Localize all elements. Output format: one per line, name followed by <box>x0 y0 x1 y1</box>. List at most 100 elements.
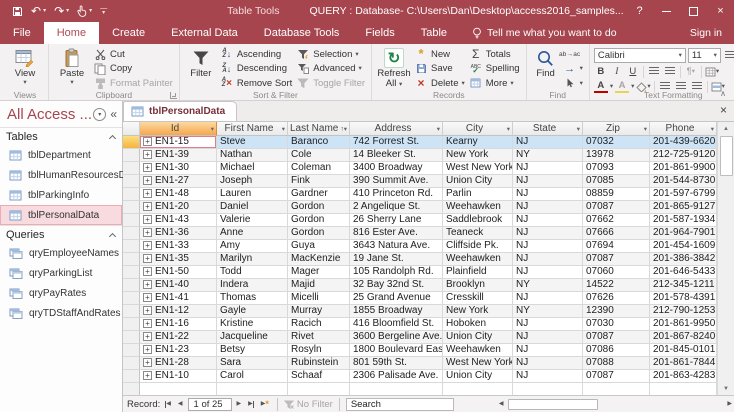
record-selector[interactable] <box>123 279 140 292</box>
cell[interactable]: Union City <box>443 370 513 383</box>
column-filter-icon[interactable]: ▾ <box>507 125 510 133</box>
cell[interactable]: NJ <box>513 370 583 383</box>
toggle-filter-button[interactable]: Toggle Filter <box>294 76 367 91</box>
record-selector[interactable] <box>123 266 140 279</box>
save-record-button[interactable]: Save <box>412 62 467 77</box>
cell[interactable]: NJ <box>513 331 583 344</box>
filter-status-button[interactable]: No Filter <box>284 399 333 410</box>
cell[interactable]: Nathan <box>217 149 288 162</box>
italic-button[interactable]: I <box>610 65 624 78</box>
cell[interactable]: EN1-43 <box>140 214 217 227</box>
cell[interactable]: EN1-41 <box>140 292 217 305</box>
cell[interactable]: 212-345-1211 <box>650 279 717 292</box>
advanced-filter-button[interactable]: Advanced▾ <box>294 62 367 77</box>
cell[interactable]: Todd <box>217 266 288 279</box>
cell[interactable]: 416 Bloomfield St. <box>350 318 443 331</box>
cell[interactable]: NY <box>513 305 583 318</box>
cell[interactable]: 07060 <box>583 266 650 279</box>
shutter-bar-close-icon[interactable]: « <box>110 107 117 121</box>
cell[interactable]: Parlin <box>443 188 513 201</box>
record-selector[interactable] <box>123 305 140 318</box>
hscroll-right-icon[interactable]: ▶ <box>725 401 734 407</box>
column-header-phone[interactable]: Phone▾ <box>650 122 717 136</box>
cell[interactable]: 07087 <box>583 331 650 344</box>
new-record-button[interactable]: * New <box>412 47 467 62</box>
tab-database-tools[interactable]: Database Tools <box>251 22 353 44</box>
cell[interactable]: 201-439-6620 <box>650 136 717 149</box>
cell[interactable]: 201-863-4283 <box>650 370 717 383</box>
sidebar-item-tblparkinginfo[interactable]: tblParkingInfo <box>0 185 122 205</box>
record-selector[interactable] <box>123 162 140 175</box>
new-blank-record-button[interactable]: ▶* <box>259 401 271 407</box>
expand-record-icon[interactable] <box>143 345 152 354</box>
cell[interactable]: NJ <box>513 136 583 149</box>
cell[interactable]: 201-578-4391 <box>650 292 717 305</box>
cell[interactable]: 2306 Palisade Ave. <box>350 370 443 383</box>
close-button[interactable]: × <box>707 0 734 22</box>
cell[interactable]: Gardner <box>288 188 350 201</box>
cell[interactable]: 14522 <box>583 279 650 292</box>
cell[interactable]: EN1-48 <box>140 188 217 201</box>
column-header-city[interactable]: City▾ <box>443 122 513 136</box>
cell[interactable]: 2 Angelique St. <box>350 201 443 214</box>
touch-mouse-mode-button[interactable]: ▾ <box>77 5 92 17</box>
cell[interactable]: Guya <box>288 240 350 253</box>
hscroll-left-icon[interactable]: ◀ <box>497 401 506 407</box>
vertical-scrollbar-thumb[interactable] <box>720 136 733 176</box>
cell[interactable]: 201-646-5433 <box>650 266 717 279</box>
cell[interactable]: EN1-50 <box>140 266 217 279</box>
cell[interactable]: Betsy <box>217 344 288 357</box>
column-header-first-name[interactable]: First Name▾ <box>217 122 288 136</box>
cell[interactable]: 201-861-7844 <box>650 357 717 370</box>
tell-me-box[interactable]: Tell me what you want to do <box>472 27 617 39</box>
record-selector[interactable] <box>123 214 140 227</box>
nav-pane-menu-button[interactable]: ▾ <box>93 108 106 121</box>
cell[interactable]: 201-386-3842 <box>650 253 717 266</box>
cell[interactable]: EN1-20 <box>140 201 217 214</box>
sidebar-item-qryparkinglist[interactable]: qryParkingList <box>0 263 122 283</box>
cell[interactable]: Joseph <box>217 175 288 188</box>
cell[interactable]: 07032 <box>583 136 650 149</box>
record-selector[interactable] <box>123 188 140 201</box>
cell[interactable]: Saddlebrook <box>443 214 513 227</box>
sign-in-button[interactable]: Sign in <box>690 27 722 39</box>
select-all-corner[interactable] <box>123 122 140 136</box>
chevron-up-icon[interactable] <box>109 232 116 239</box>
expand-record-icon[interactable] <box>143 163 152 172</box>
cell[interactable]: Baranco <box>288 136 350 149</box>
cell[interactable]: 201-964-7901 <box>650 227 717 240</box>
cell[interactable]: 212-725-9120 <box>650 149 717 162</box>
cell[interactable]: Micelli <box>288 292 350 305</box>
totals-button[interactable]: Σ Totals <box>467 47 522 62</box>
search-input[interactable]: Search <box>346 398 454 411</box>
document-tab-tblpersonaldata[interactable]: tblPersonalData <box>123 101 237 121</box>
expand-record-icon[interactable] <box>143 306 152 315</box>
cell[interactable]: 410 Princeton Rd. <box>350 188 443 201</box>
cell[interactable]: 07093 <box>583 162 650 175</box>
expand-record-icon[interactable] <box>143 241 152 250</box>
cell[interactable]: Indera <box>217 279 288 292</box>
expand-record-icon[interactable] <box>143 215 152 224</box>
expand-record-icon[interactable] <box>143 332 152 341</box>
cell[interactable]: EN1-30 <box>140 162 217 175</box>
cell[interactable]: EN1-33 <box>140 240 217 253</box>
expand-record-icon[interactable] <box>143 293 152 302</box>
previous-record-button[interactable]: ◀ <box>176 401 185 407</box>
vertical-scrollbar[interactable]: ▲ ▼ <box>717 122 734 395</box>
cell[interactable]: NJ <box>513 201 583 214</box>
cell[interactable]: 201-861-9950 <box>650 318 717 331</box>
cell[interactable]: West New York <box>443 162 513 175</box>
cell[interactable]: Cresskill <box>443 292 513 305</box>
sidebar-item-tblhumanresourcesdata[interactable]: tblHumanResourcesData <box>0 165 122 185</box>
cell[interactable]: NJ <box>513 292 583 305</box>
cell[interactable]: EN1-28 <box>140 357 217 370</box>
cell[interactable]: 08859 <box>583 188 650 201</box>
expand-record-icon[interactable] <box>143 176 152 185</box>
column-header-state[interactable]: State▾ <box>513 122 583 136</box>
tab-fields[interactable]: Fields <box>352 22 407 44</box>
cell[interactable]: 212-790-1253 <box>650 305 717 318</box>
record-selector[interactable] <box>123 136 140 149</box>
decrease-indent-icon[interactable] <box>647 65 661 78</box>
cell[interactable]: Cole <box>288 149 350 162</box>
cell[interactable]: 32 Bay 32nd St. <box>350 279 443 292</box>
